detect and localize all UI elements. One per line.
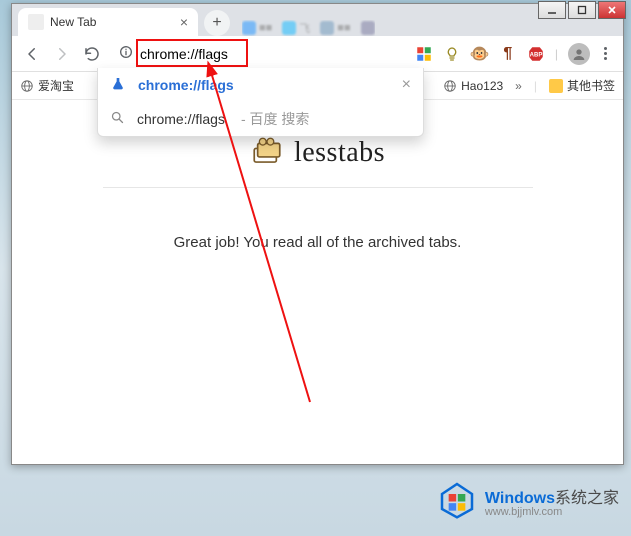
tab-title: New Tab (50, 15, 96, 29)
suggestion-remove-icon[interactable]: × (402, 76, 411, 94)
bookmarks-separator: | (534, 79, 537, 93)
flask-icon (110, 76, 126, 95)
window-close-button[interactable] (598, 1, 626, 19)
bookmark-item[interactable]: Hao123 (443, 79, 503, 93)
profile-avatar[interactable] (568, 43, 590, 65)
suggestion-text: chrome://flags (138, 77, 234, 93)
extension-icon-bulb[interactable] (443, 45, 461, 63)
back-button[interactable] (20, 42, 44, 66)
reload-button[interactable] (80, 42, 104, 66)
toolbar-right: 🐵 ¶ ABP | (415, 43, 615, 65)
watermark-title-left: Windows (485, 490, 555, 507)
page-brand-title: lesstabs (294, 137, 385, 169)
extension-icon-pilcrow[interactable]: ¶ (499, 45, 517, 63)
background-tabs-blurred: ■■ 飞 ■■ (242, 20, 375, 36)
browser-window: New Tab × + ■■ 飞 ■■ (11, 3, 624, 465)
suggestion-query: chrome://flags (137, 111, 225, 127)
forward-button[interactable] (50, 42, 74, 66)
extension-icon-monkey[interactable]: 🐵 (471, 45, 489, 63)
omnibox-suggestions-dropdown: chrome://flags × chrome://flags - 百度 搜索 (97, 68, 424, 137)
divider (103, 187, 533, 188)
globe-icon (443, 79, 457, 93)
suggestion-hint: - 百度 搜索 (241, 109, 309, 129)
watermark-logo-icon (437, 479, 477, 522)
bookmark-label: 爱淘宝 (38, 77, 74, 94)
lesstabs-logo-icon (250, 136, 284, 169)
page-message: Great job! You read all of the archived … (12, 234, 623, 251)
toolbar-separator: | (555, 47, 558, 61)
search-icon (110, 110, 125, 128)
tab-close-icon[interactable]: × (180, 14, 188, 30)
omnibox[interactable] (110, 40, 258, 68)
tab-strip: New Tab × + ■■ 飞 ■■ (12, 4, 623, 36)
window-minimize-button[interactable] (538, 1, 566, 19)
site-info-icon[interactable] (118, 44, 134, 63)
window-maximize-button[interactable] (568, 1, 596, 19)
other-bookmarks-folder[interactable]: 其他书签 (549, 77, 615, 94)
bookmarks-overflow[interactable]: » (515, 79, 522, 93)
extension-icon-google[interactable] (415, 45, 433, 63)
address-input[interactable] (140, 46, 250, 62)
omnibox-suggestion[interactable]: chrome://flags × (98, 68, 423, 102)
bookmark-label: Hao123 (461, 79, 503, 93)
toolbar: 🐵 ¶ ABP | (12, 36, 623, 72)
extension-icon-abp[interactable]: ABP (527, 45, 545, 63)
watermark-title-right: 系统之家 (555, 490, 619, 507)
bookmark-item[interactable]: 爱淘宝 (20, 77, 74, 94)
tab-favicon (28, 14, 44, 30)
tab-active[interactable]: New Tab × (18, 8, 198, 36)
watermark-title: Windows系统之家 (485, 484, 619, 508)
svg-text:ABP: ABP (530, 52, 543, 58)
watermark: Windows系统之家 www.bjjmlv.com (437, 479, 619, 522)
omnibox-suggestion[interactable]: chrome://flags - 百度 搜索 (98, 102, 423, 136)
folder-icon (549, 79, 563, 93)
globe-icon (20, 79, 34, 93)
browser-menu-button[interactable] (600, 43, 611, 64)
bookmark-label: 其他书签 (567, 77, 615, 94)
new-tab-button[interactable]: + (204, 10, 230, 36)
